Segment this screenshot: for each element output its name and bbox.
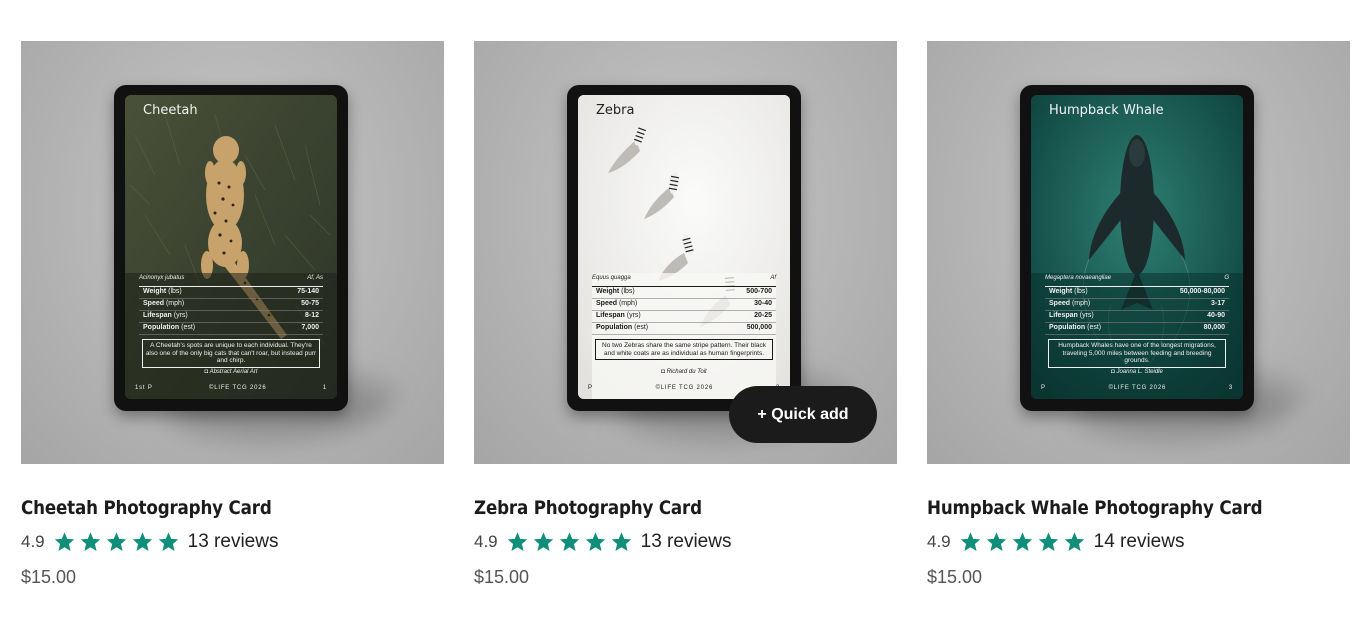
rating-row: 4.9 13 reviews xyxy=(21,530,278,554)
stat-row: Lifespan (yrs) 8-12 xyxy=(139,311,323,323)
stat-row: Weight (lbs) 75-140 xyxy=(139,287,323,299)
star-icon xyxy=(79,531,102,553)
region: Af xyxy=(770,275,776,281)
scientific-name: Megaptera novaeangliae xyxy=(1045,275,1112,281)
trading-card: Humpback Whale Megaptera novaeangliae G … xyxy=(1031,95,1243,399)
card-species-row: Equus quagga Af xyxy=(592,275,776,281)
product-grid: Cheetah Acinonyx jubatus Af, As Weight (… xyxy=(21,41,1350,601)
rating-row: 4.9 14 reviews xyxy=(927,530,1184,554)
rating-value: 4.9 xyxy=(474,532,498,551)
photo-credit: ◘ Joanna L. Steidle xyxy=(1111,369,1163,375)
price: $15.00 xyxy=(21,567,77,587)
stat-row: Speed (mph) 50-75 xyxy=(139,299,323,311)
price: $15.00 xyxy=(927,567,983,587)
price: $15.00 xyxy=(474,567,530,587)
product-image[interactable]: Humpback Whale Megaptera novaeangliae G … xyxy=(927,41,1350,464)
product-card-zebra[interactable]: Zebra Equus quagga Af Weight (lbs) 500-70… xyxy=(474,41,897,587)
photo-credit: ◘ Richard du Toit xyxy=(661,369,707,375)
stat-row: Lifespan (yrs) 20-25 xyxy=(592,311,776,323)
stat-row: Weight (lbs) 500-700 xyxy=(592,287,776,299)
review-count[interactable]: 13 reviews xyxy=(188,531,279,553)
card-frame: Cheetah Acinonyx jubatus Af, As Weight (… xyxy=(114,85,348,411)
trading-card: Zebra Equus quagga Af Weight (lbs) 500-70… xyxy=(578,95,790,399)
rating-value: 4.9 xyxy=(21,532,45,551)
star-icon xyxy=(1011,531,1034,553)
stat-row: Speed (mph) 30-40 xyxy=(592,299,776,311)
card-footer: P ©LIFE TCG 2026 3 xyxy=(1041,385,1233,391)
star-icon xyxy=(1063,531,1086,553)
star-icon xyxy=(1037,531,1060,553)
stat-row: Speed (mph) 3-17 xyxy=(1045,299,1229,311)
star-icon xyxy=(985,531,1008,553)
product-card-cheetah[interactable]: Cheetah Acinonyx jubatus Af, As Weight (… xyxy=(21,41,444,587)
quick-add-button[interactable]: + Quick add xyxy=(729,386,877,443)
review-count[interactable]: 13 reviews xyxy=(641,531,732,553)
scientific-name: Equus quagga xyxy=(592,275,631,281)
card-fact: A Cheetah's spots are unique to each ind… xyxy=(142,339,320,368)
card-frame: Humpback Whale Megaptera novaeangliae G … xyxy=(1020,85,1254,411)
product-image[interactable]: Cheetah Acinonyx jubatus Af, As Weight (… xyxy=(21,41,444,464)
card-frame: Zebra Equus quagga Af Weight (lbs) 500-70… xyxy=(567,85,801,411)
stat-row: Lifespan (yrs) 40-90 xyxy=(1045,311,1229,323)
card-title: Humpback Whale xyxy=(1049,103,1164,118)
stat-row: Population (est) 500,000 xyxy=(592,323,776,335)
card-stats: Weight (lbs) 500-700 Speed (mph) 30-40 Lif… xyxy=(592,286,776,335)
star-icon xyxy=(558,531,581,553)
star-icon xyxy=(506,531,529,553)
star-icon xyxy=(584,531,607,553)
card-title: Cheetah xyxy=(143,103,198,118)
card-title: Zebra xyxy=(596,103,635,118)
star-rating xyxy=(53,531,180,553)
star-icon xyxy=(105,531,128,553)
star-icon xyxy=(959,531,982,553)
rating-value: 4.9 xyxy=(927,532,951,551)
star-icon xyxy=(532,531,555,553)
star-rating xyxy=(959,531,1086,553)
product-image[interactable]: Zebra Equus quagga Af Weight (lbs) 500-70… xyxy=(474,41,897,464)
stat-row: Weight (lbs) 50,000-80,000 xyxy=(1045,287,1229,299)
star-icon xyxy=(157,531,180,553)
stat-row: Population (est) 80,000 xyxy=(1045,323,1229,335)
product-card-humpback-whale[interactable]: Humpback Whale Megaptera novaeangliae G … xyxy=(927,41,1350,587)
region: G xyxy=(1224,275,1229,281)
review-count[interactable]: 14 reviews xyxy=(1094,531,1185,553)
product-title[interactable]: Cheetah Photography Card xyxy=(21,497,272,519)
trading-card: Cheetah Acinonyx jubatus Af, As Weight (… xyxy=(125,95,337,399)
card-fact: Humpback Whales have one of the longest … xyxy=(1048,339,1226,368)
star-icon xyxy=(610,531,633,553)
card-species-row: Megaptera novaeangliae G xyxy=(1045,275,1229,281)
product-title[interactable]: Zebra Photography Card xyxy=(474,497,702,519)
card-footer: 1st P ©LIFE TCG 2026 1 xyxy=(135,385,327,391)
card-stats: Weight (lbs) 75-140 Speed (mph) 50-75 Life… xyxy=(139,286,323,335)
card-stats: Weight (lbs) 50,000-80,000 Speed (mph) 3-1… xyxy=(1045,286,1229,335)
star-icon xyxy=(53,531,76,553)
star-rating xyxy=(506,531,633,553)
rating-row: 4.9 13 reviews xyxy=(474,530,731,554)
stat-row: Population (est) 7,000 xyxy=(139,323,323,335)
product-title[interactable]: Humpback Whale Photography Card xyxy=(927,497,1263,519)
card-fact: No two Zebras share the same stripe patt… xyxy=(595,339,773,360)
region: Af, As xyxy=(307,275,323,281)
star-icon xyxy=(131,531,154,553)
card-species-row: Acinonyx jubatus Af, As xyxy=(139,275,323,281)
photo-credit: ◘ Abstract Aerial Art xyxy=(204,369,258,375)
scientific-name: Acinonyx jubatus xyxy=(139,275,185,281)
